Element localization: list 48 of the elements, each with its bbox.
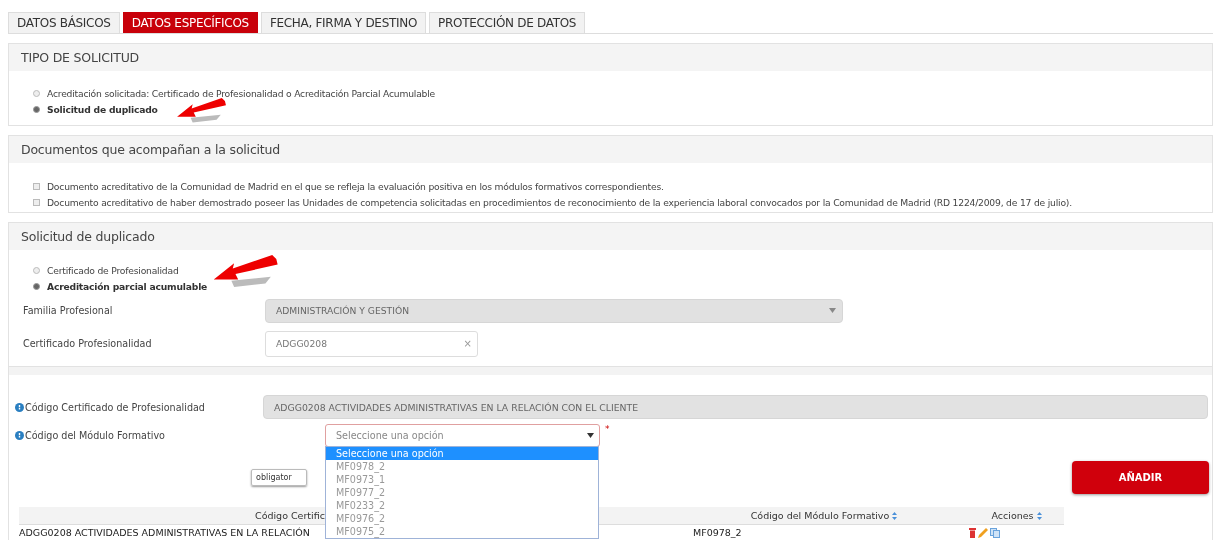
checkbox-label: Documento acreditativo de la Comunidad de Madrid en el que se refleja la evaluación positiva en los módulos formativos correspondientes. <box>47 180 664 192</box>
checkbox[interactable] <box>33 198 40 206</box>
help-icon <box>15 431 24 440</box>
radio-label: Acreditación solicitada: Certificado de Profesionalidad o Acreditación Parcial Acumulable <box>47 87 435 99</box>
section-title: Solicitud de duplicado <box>9 223 1212 250</box>
radio-button[interactable] <box>33 89 40 97</box>
radio-button[interactable] <box>33 105 40 113</box>
column-header[interactable]: Código Certific <box>255 510 325 521</box>
input-field[interactable]: ADGG0208 × <box>265 330 478 357</box>
required-mark: * <box>605 424 610 436</box>
copy-icon <box>990 527 1000 538</box>
section-title: TIPO DE SOLICITUD <box>9 44 1212 71</box>
pencil-icon <box>978 527 988 538</box>
tab[interactable]: FECHA, FIRMA Y DESTINO <box>260 12 427 33</box>
clear-button[interactable]: × <box>463 338 472 349</box>
input-field[interactable]: ADGG0208 ACTIVIDADES ADMINISTRATIVAS EN LA RELACIÓN CON EL CLIENTE <box>263 395 1208 419</box>
table-cell: ADGG0208 ACTIVIDADES ADMINISTRATIVAS EN LA RELACIÓN <box>19 527 310 538</box>
section-title: Documentos que acompañan a la solicitud <box>9 136 1212 163</box>
field-label: Código del Módulo Formativo <box>25 430 165 441</box>
radio-label: Solicitud de duplicado <box>47 103 158 115</box>
dropdown-option[interactable]: MF0978_2 <box>326 460 598 473</box>
dropdown-option[interactable]: MF0975_2 <box>326 525 598 538</box>
help-icon <box>15 402 24 412</box>
field-label: Familia Profesional <box>23 305 114 316</box>
add-button[interactable]: AÑADIR <box>1072 460 1209 494</box>
radio-label: Acreditación parcial acumulable <box>47 280 208 292</box>
radio-label: Certificado de Profesionalidad <box>47 264 179 276</box>
dropdown-option[interactable]: MF0973_1 <box>326 473 598 486</box>
dropdown-option[interactable]: MF0977_2 <box>326 486 598 499</box>
column-header[interactable]: Código del Módulo Formativo <box>750 510 890 521</box>
input-field[interactable]: obligator <box>251 468 307 486</box>
checkbox[interactable] <box>33 182 40 190</box>
dropdown-option[interactable]: MF0233_2 <box>326 499 598 512</box>
checkbox-label: Documento acreditativo de haber demostrado poseer las Unidades de competencia solicitadas en procedimientos de reconocimiento de la experiencia laboral convocados por la Comunidad de Madrid (RD 1224/2009, de 17 de julio). <box>47 196 1072 208</box>
field-label: Código Certificado de Profesionalidad <box>25 401 205 413</box>
tab[interactable]: DATOS ESPECÍFICOS <box>122 12 258 33</box>
trash-icon <box>969 527 976 538</box>
radio-button[interactable] <box>33 266 40 274</box>
dropdown-option[interactable]: Seleccione una opción <box>326 447 598 460</box>
tab[interactable]: DATOS BÁSICOS <box>8 12 120 33</box>
table-cell-text: MF0978_2 <box>692 527 743 538</box>
tab[interactable]: PROTECCIÓN DE DATOS <box>429 12 586 33</box>
field-label: Certificado Profesionalidad <box>23 338 153 349</box>
radio-button[interactable] <box>33 282 40 290</box>
caret-icon <box>587 433 594 438</box>
column-header[interactable]: Acciones <box>991 510 1034 521</box>
dropdown-option[interactable]: MF0976_2 <box>326 512 598 525</box>
caret-icon <box>829 308 836 313</box>
